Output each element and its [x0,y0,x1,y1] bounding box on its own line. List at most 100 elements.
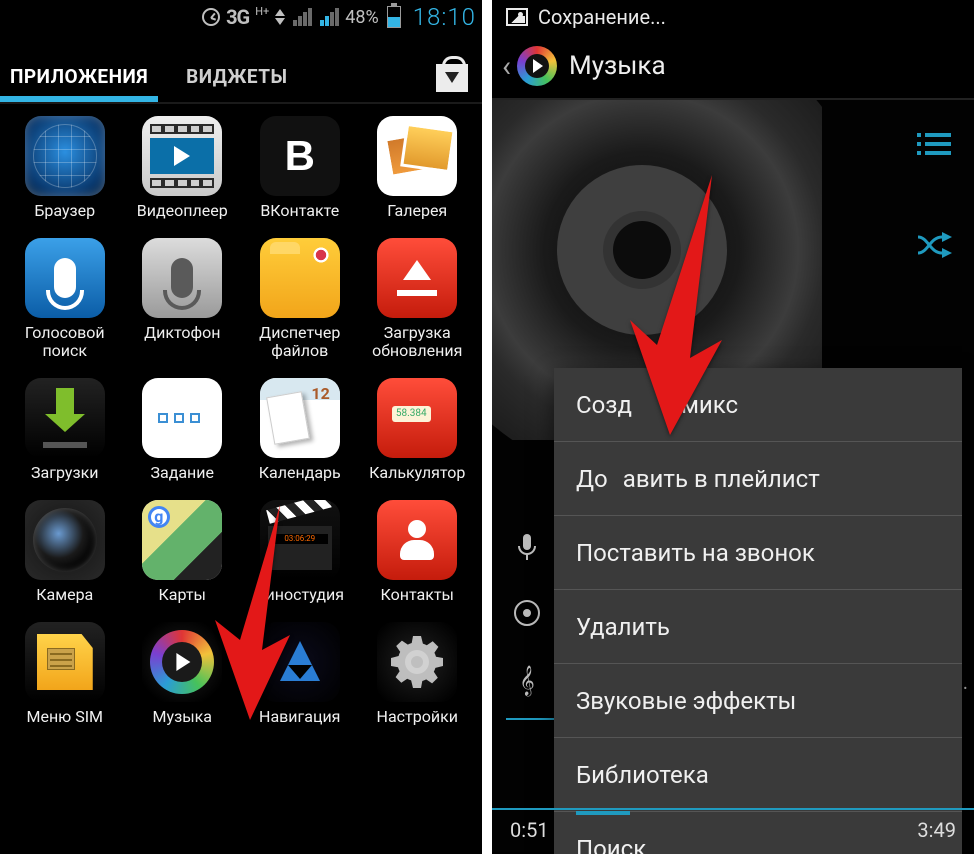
app-label: ВКонтакте [260,202,339,220]
music-app-icon[interactable] [515,44,559,88]
recorder-icon [142,238,222,318]
microphone-icon [512,534,542,562]
app-label: Музыка [153,708,212,726]
player-side-controls [912,130,956,267]
app-gallery[interactable]: Галерея [363,116,473,220]
maps-icon [142,500,222,580]
app-title: Музыка [569,51,666,81]
battery-icon [387,6,401,28]
app-label: Диктофон [144,324,220,342]
signal-sim1-icon [293,8,312,26]
signal-sim2-icon [320,8,339,26]
app-label: Меню SIM [26,708,103,726]
app-camera[interactable]: Камера [10,500,120,604]
context-menu: СоздXXь микс ДоXавить в плейлист Постави… [554,368,962,854]
voice-search-icon [25,238,105,318]
app-label: Загрузка обновления [372,324,462,360]
settings-icon [377,622,457,702]
app-contacts[interactable]: Контакты [363,500,473,604]
contacts-icon [377,500,457,580]
data-traffic-icon [275,9,285,25]
tasks-icon [142,378,222,458]
video-icon [142,116,222,196]
calendar-icon: 12 [260,378,340,458]
app-label: Карты [159,586,206,604]
tab-widgets[interactable]: ВИДЖЕТЫ [186,65,287,102]
elapsed-time: 0:51 [510,818,549,842]
menu-add-to-playlist[interactable]: ДоXавить в плейлист [554,442,962,516]
gallery-icon [377,116,457,196]
file-manager-icon [260,238,340,318]
status-saving: Сохранение... [538,5,666,29]
app-label: Галерея [387,202,447,220]
queue-icon[interactable] [912,130,956,165]
app-updater[interactable]: Загрузка обновления [363,238,473,360]
left-screenshot: 3G H+ 48% 18:10 ПРИЛОЖЕНИЯ ВИДЖЕТЫ Брауз… [0,0,482,854]
battery-percent: 48% [345,7,378,28]
app-settings[interactable]: Настройки [363,622,473,726]
app-voice-search[interactable]: Голосовой поиск [10,238,120,360]
player-body: 𝄞 Mus... СоздXXь микс ДоXавить в плейлис… [492,100,974,852]
updater-icon [377,238,457,318]
network-suffix: H+ [255,5,269,18]
app-vk[interactable]: B ВКонтакте [245,116,355,220]
app-label: Браузер [34,202,95,220]
app-label: Камера [36,586,93,604]
total-time: 3:49 [917,818,956,842]
app-label: Голосовой поиск [25,324,105,360]
alarm-icon [202,8,220,26]
tab-apps[interactable]: ПРИЛОЖЕНИЯ [10,65,148,102]
back-icon[interactable]: ‹ [502,49,511,84]
navigation-icon [260,622,340,702]
app-calendar[interactable]: 12 Календарь [245,378,355,482]
app-label: Диспетчер файлов [259,324,340,360]
right-screenshot: Сохранение... ‹ Музыка [492,0,974,854]
menu-set-ringtone[interactable]: Поставить на звонок [554,516,962,590]
app-bar[interactable]: ‹ Музыка [492,34,974,100]
app-label: Календарь [259,464,341,482]
app-browser[interactable]: Браузер [10,116,120,220]
app-label: Киностудия [255,586,344,604]
app-grid[interactable]: Браузер Видеоплеер B ВКонтакте Галерея Го… [0,104,482,726]
calculator-icon: 58.384 [377,378,457,458]
app-maps[interactable]: Карты [128,500,238,604]
app-label: Загрузки [31,464,98,482]
app-label: Задание [150,464,214,482]
app-calculator[interactable]: 58.384 Калькулятор [363,378,473,482]
app-tasks[interactable]: Задание [128,378,238,482]
app-label: Видеоплеер [137,202,228,220]
downloads-icon [25,378,105,458]
app-file-manager[interactable]: Диспетчер файлов [245,238,355,360]
app-label: Настройки [377,708,458,726]
status-bar: Сохранение... [492,0,974,34]
movie-studio-icon: 03:06:29 [260,500,340,580]
app-videoplayer[interactable]: Видеоплеер [128,116,238,220]
vk-icon: B [260,116,340,196]
time-bar[interactable]: 0:51 3:49 [492,808,974,852]
app-sim-menu[interactable]: Меню SIM [10,622,120,726]
app-downloads[interactable]: Загрузки [10,378,120,482]
clock: 18:10 [413,3,476,31]
app-music[interactable]: Музыка [128,622,238,726]
browser-icon [25,116,105,196]
app-recorder[interactable]: Диктофон [128,238,238,360]
play-store-icon[interactable] [432,58,472,92]
shuffle-icon[interactable] [912,231,956,267]
menu-delete[interactable]: Удалить [554,590,962,664]
sim-menu-icon [25,622,105,702]
network-indicator: 3G [226,5,249,29]
picture-icon [506,8,528,26]
app-movie-studio[interactable]: 03:06:29 Киностудия [245,500,355,604]
treble-clef-icon: 𝄞 [512,666,542,697]
app-label: Навигация [259,708,340,726]
status-bar: 3G H+ 48% 18:10 [0,0,482,34]
menu-create-mix[interactable]: СоздXXь микс [554,368,962,442]
app-label: Калькулятор [369,464,465,482]
drawer-tabs: ПРИЛОЖЕНИЯ ВИДЖЕТЫ [0,34,482,102]
app-navigation[interactable]: Навигация [245,622,355,726]
disc-icon [512,600,542,626]
camera-icon [25,500,105,580]
app-label: Контакты [381,586,454,604]
menu-library[interactable]: Библиотека [554,738,962,812]
menu-sound-effects[interactable]: Звуковые эффекты [554,664,962,738]
